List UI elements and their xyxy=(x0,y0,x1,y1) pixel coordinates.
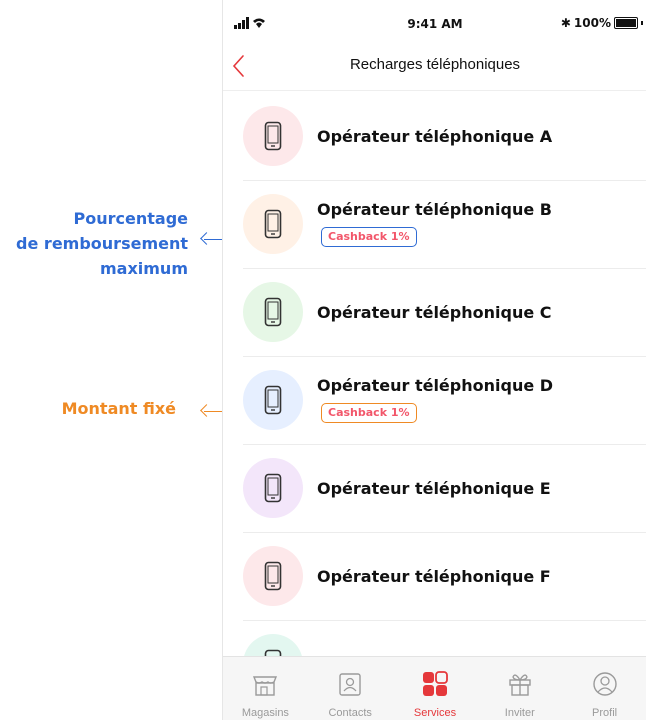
phone-screen: 9:41 AM ✱ 100% Recharges téléphoniques O… xyxy=(222,0,646,720)
page-title: Recharges téléphoniques xyxy=(349,56,521,73)
navigation-bar: Recharges téléphoniques xyxy=(223,44,646,91)
arrow-left-icon xyxy=(200,232,213,245)
battery-percent: 100% xyxy=(573,16,611,30)
gift-icon xyxy=(509,674,531,696)
contacts-icon xyxy=(339,673,361,696)
operator-row-b[interactable]: Opérateur téléphonique B Cashback 1% xyxy=(243,180,646,269)
cashback-badge: Cashback 1% xyxy=(321,403,417,423)
phone-icon xyxy=(264,385,282,415)
bluetooth-icon: ✱ xyxy=(560,16,571,30)
arrow-left-icon xyxy=(200,404,213,417)
battery-cap xyxy=(641,21,643,25)
operator-avatar xyxy=(243,546,303,606)
tab-label: Inviter xyxy=(504,707,535,719)
operator-name: Opérateur téléphonique D xyxy=(317,376,554,395)
max-refund-annotation: Pourcentage de remboursement maximum xyxy=(0,206,188,281)
operator-row-c[interactable]: Opérateur téléphonique C xyxy=(243,268,646,357)
operator-name: Opérateur téléphonique B xyxy=(317,200,552,219)
annotation-line-1: Pourcentage xyxy=(73,209,188,228)
tab-label: Services xyxy=(413,707,457,719)
tab-magasins[interactable]: Magasins xyxy=(223,657,308,720)
battery-icon xyxy=(614,17,638,29)
fixed-amount-annotation: Montant fixé xyxy=(61,399,176,418)
phone-icon xyxy=(264,473,282,503)
operator-avatar xyxy=(243,458,303,518)
operator-avatar xyxy=(243,370,303,430)
operator-row-d[interactable]: Opérateur téléphonique D Cashback 1% xyxy=(243,356,646,445)
annotation-line-2: de remboursement xyxy=(16,234,188,253)
tab-label: Contacts xyxy=(328,707,372,719)
tab-label: Profil xyxy=(592,707,618,719)
operator-name: Opérateur téléphonique F xyxy=(317,567,551,586)
phone-icon xyxy=(264,121,282,151)
operator-name: Opérateur téléphonique A xyxy=(317,127,553,146)
store-icon xyxy=(253,676,278,696)
operator-row-a[interactable]: Opérateur téléphonique A xyxy=(243,92,646,181)
tab-bar: Magasins Contacts Services Inviter Profi… xyxy=(223,656,646,720)
services-grid-icon xyxy=(422,671,448,696)
operator-avatar xyxy=(243,194,303,254)
phone-icon xyxy=(264,561,282,591)
status-right: ✱ 100% xyxy=(561,16,643,30)
operator-name: Opérateur téléphonique C xyxy=(317,303,552,322)
operator-avatar xyxy=(243,282,303,342)
status-bar: 9:41 AM ✱ 100% xyxy=(223,0,646,44)
profile-icon xyxy=(592,672,617,696)
cashback-badge: Cashback 1% xyxy=(321,227,417,247)
phone-icon xyxy=(264,209,282,239)
operator-name: Opérateur téléphonique E xyxy=(317,479,551,498)
operator-row-e[interactable]: Opérateur téléphonique E xyxy=(243,444,646,533)
operator-avatar xyxy=(243,106,303,166)
tab-inviter[interactable]: Inviter xyxy=(477,657,562,720)
operator-row-f[interactable]: Opérateur téléphonique F xyxy=(243,532,646,621)
tab-services[interactable]: Services xyxy=(393,657,478,720)
annotation-line-3: maximum xyxy=(99,259,188,278)
tab-contacts[interactable]: Contacts xyxy=(308,657,393,720)
phone-icon xyxy=(264,297,282,327)
tab-label: Magasins xyxy=(241,707,289,719)
tab-profil[interactable]: Profil xyxy=(562,657,646,720)
